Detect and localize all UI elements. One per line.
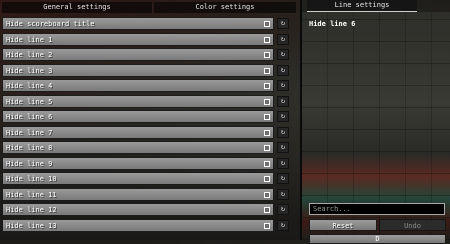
toggle-bar[interactable]: Hide line 12 [2, 203, 274, 216]
toggle-bar[interactable]: Hide line 5 [2, 94, 274, 108]
list-item[interactable]: Hide scoreboard title ↻ [2, 17, 300, 30]
toggle-bar[interactable]: Hide line 13 [2, 218, 274, 232]
toggle-bar[interactable]: Hide line 10 [2, 172, 274, 185]
tab-color-settings[interactable]: Color settings [154, 2, 296, 13]
item-label: Hide line 2 [6, 51, 53, 59]
list-item[interactable]: Hide line 1 ↻ [2, 32, 300, 46]
reset-icon[interactable]: ↻ [277, 173, 289, 184]
item-label: Hide line 10 [6, 175, 57, 183]
undo-button[interactable]: Undo [379, 219, 446, 231]
checkbox[interactable] [264, 176, 270, 182]
list-item[interactable]: Hide line 2 ↻ [2, 48, 300, 61]
toggle-bar[interactable]: Hide scoreboard title [2, 17, 274, 30]
item-label: Hide line 9 [6, 159, 53, 168]
reset-icon[interactable]: ↻ [277, 204, 289, 215]
checkbox[interactable] [264, 145, 270, 151]
checkbox[interactable] [264, 21, 270, 27]
item-label: Hide line 1 [6, 35, 53, 44]
list-item[interactable]: Hide line 7 ↻ [2, 125, 300, 139]
toggle-bar[interactable]: Hide line 3 [2, 63, 274, 77]
toggle-bar[interactable]: Hide line 8 [2, 141, 274, 154]
list-item[interactable]: Hide line 13 ↻ [2, 218, 300, 232]
reset-icon[interactable]: ↻ [277, 33, 289, 45]
reset-icon[interactable]: ↻ [277, 188, 289, 200]
detail-title: Hide line 6 [309, 20, 356, 28]
checkbox[interactable] [264, 67, 270, 74]
item-label: Hide scoreboard title [6, 20, 95, 28]
reset-icon[interactable]: ↻ [277, 142, 289, 153]
toggle-bar[interactable]: Hide line 2 [2, 48, 274, 61]
toggle-bar[interactable]: Hide line 9 [2, 156, 274, 170]
list-item[interactable]: Hide line 5 ↻ [2, 94, 300, 108]
list-item[interactable]: Hide line 10 ↻ [2, 172, 300, 185]
item-label: Hide line 7 [6, 128, 53, 137]
checkbox[interactable] [264, 191, 270, 198]
item-label: Hide line 8 [6, 144, 53, 152]
reset-icon[interactable]: ↻ [277, 111, 289, 122]
list-item[interactable]: Hide line 8 ↻ [2, 141, 300, 154]
toggle-bar[interactable]: Hide line 6 [2, 110, 274, 123]
checkbox[interactable] [264, 52, 270, 58]
checkbox[interactable] [264, 160, 270, 167]
checkbox[interactable] [264, 36, 270, 43]
list-item[interactable]: Hide line 4 ↻ [2, 79, 300, 92]
list-item[interactable]: Hide line 3 ↻ [2, 63, 300, 77]
checkbox[interactable] [264, 114, 270, 120]
list-item[interactable]: Hide line 9 ↻ [2, 156, 300, 170]
toggle-bar[interactable]: Hide line 11 [2, 187, 274, 201]
reset-icon[interactable]: ↻ [277, 18, 289, 29]
item-label: Hide line 3 [6, 66, 53, 75]
reset-icon[interactable]: ↻ [277, 219, 289, 231]
done-button[interactable]: D [309, 234, 446, 244]
checkbox[interactable] [264, 129, 270, 136]
toggle-bar[interactable]: Hide line 7 [2, 125, 274, 139]
tab-line-settings[interactable]: Line settings [307, 0, 417, 12]
list-item[interactable]: Hide line 12 ↻ [2, 203, 300, 216]
reset-icon[interactable]: ↻ [277, 95, 289, 107]
reset-icon[interactable]: ↻ [277, 49, 289, 60]
reset-icon[interactable]: ↻ [277, 157, 289, 169]
checkbox[interactable] [264, 98, 270, 105]
toggle-bar[interactable]: Hide line 4 [2, 79, 274, 92]
item-label: Hide line 4 [6, 82, 53, 90]
checkbox[interactable] [264, 83, 270, 89]
panel-divider [300, 0, 302, 240]
reset-icon[interactable]: ↻ [277, 126, 289, 138]
item-label: Hide line 6 [6, 113, 53, 121]
item-label: Hide line 13 [6, 221, 57, 230]
search-input[interactable]: Search... [309, 203, 445, 215]
toggle-bar[interactable]: Hide line 1 [2, 32, 274, 46]
checkbox[interactable] [264, 222, 270, 229]
list-item[interactable]: Hide line 11 ↻ [2, 187, 300, 201]
checkbox[interactable] [264, 207, 270, 213]
tab-general-settings[interactable]: General settings [2, 2, 152, 13]
reset-icon[interactable]: ↻ [277, 64, 289, 76]
item-label: Hide line 5 [6, 97, 53, 106]
item-label: Hide line 11 [6, 190, 57, 199]
item-label: Hide line 12 [6, 206, 57, 214]
reset-button[interactable]: Reset [309, 219, 377, 231]
list-item[interactable]: Hide line 6 ↻ [2, 110, 300, 123]
reset-icon[interactable]: ↻ [277, 80, 289, 91]
